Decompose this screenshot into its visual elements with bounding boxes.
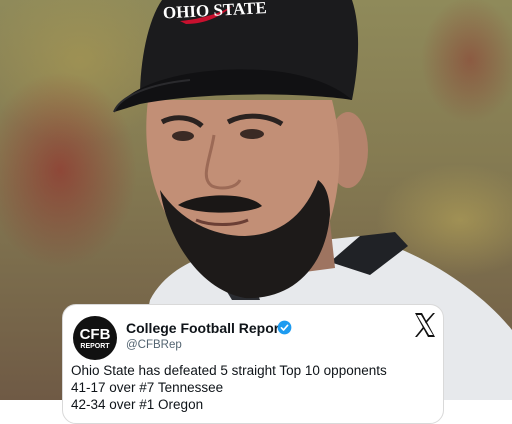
tweet-card[interactable]: CFB REPORT College Football Report @CFBR… [62, 304, 444, 424]
tweet-text-line: Ohio State has defeated 5 straight Top 1… [71, 363, 387, 378]
verified-badge-icon [277, 320, 292, 335]
cfb-report-avatar[interactable]: CFB REPORT [73, 316, 117, 360]
user-handle[interactable]: @CFBRep [126, 339, 182, 351]
avatar-text-top: CFB [79, 325, 111, 343]
display-name[interactable]: College Football Report [126, 320, 284, 336]
tweet-text-line: 41-17 over #7 Tennessee [71, 380, 224, 395]
tweet-text-line: 42-34 over #1 Oregon [71, 397, 204, 412]
x-logo-icon[interactable] [413, 312, 437, 338]
avatar-text-bottom: REPORT [80, 342, 110, 350]
